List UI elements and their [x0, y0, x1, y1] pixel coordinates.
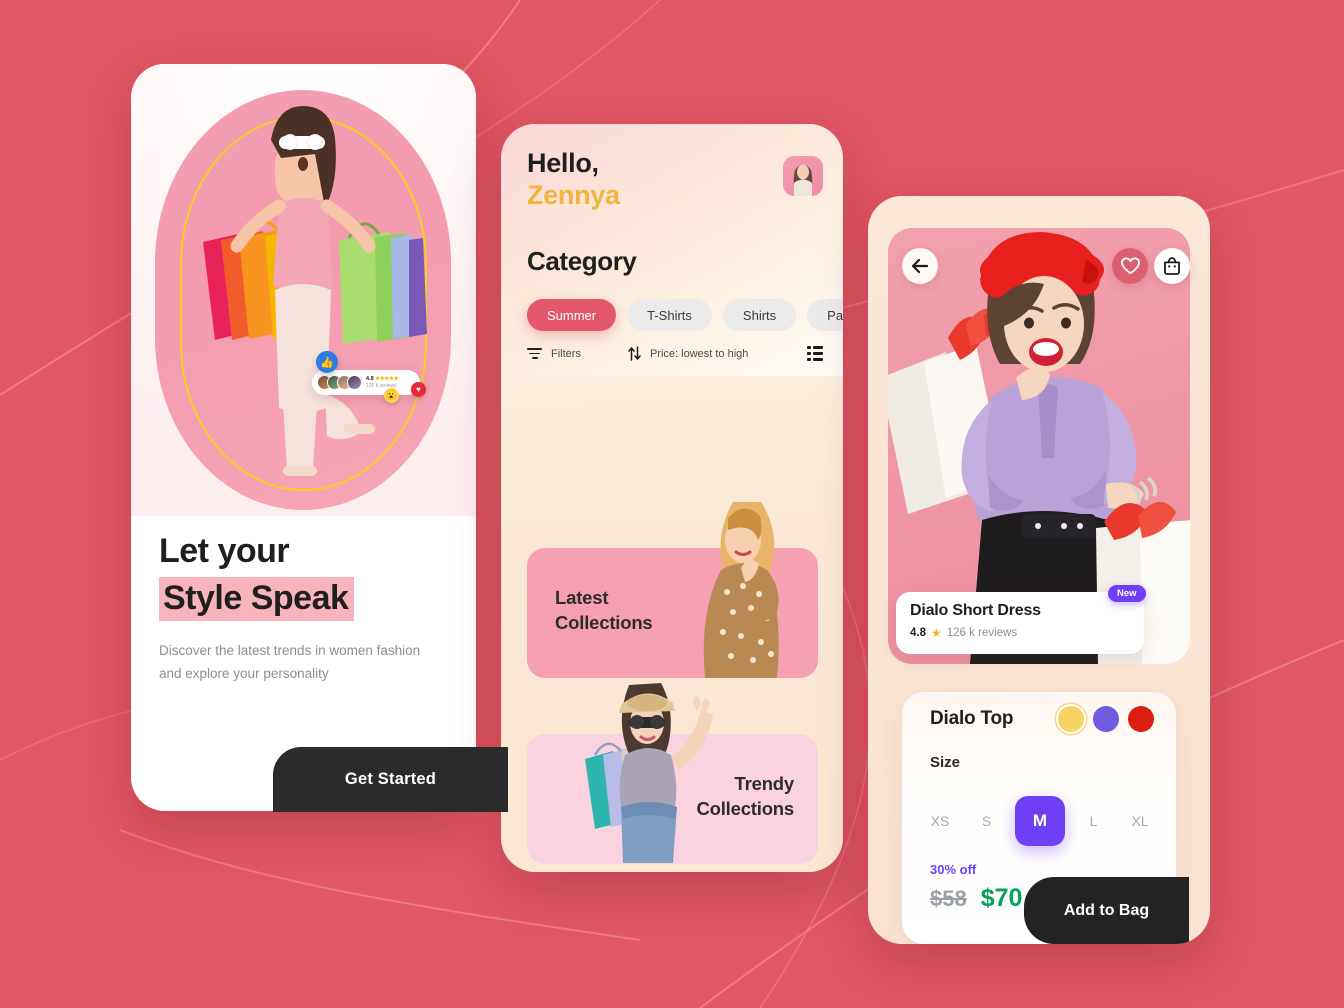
onboarding-subtext: Discover the latest trends in women fash…: [159, 643, 421, 682]
filter-toolbar: Filters Price: lowest to high: [527, 346, 823, 361]
grid-view-button[interactable]: [806, 346, 823, 361]
color-swatch-yellow[interactable]: [1058, 706, 1084, 732]
product-rating-row: 4.8 ★ 126 k reviews: [910, 626, 1130, 640]
shopping-bag-icon: [1164, 257, 1180, 275]
headline-line-1: Let your: [159, 532, 290, 570]
sort-label: Price: lowest to high: [649, 347, 749, 360]
size-option-xl[interactable]: XL: [1122, 803, 1158, 839]
product-review-count: 126 k reviews: [946, 627, 1018, 639]
heart-icon: [1120, 257, 1140, 275]
star-icon: ★: [931, 626, 942, 640]
size-option-s[interactable]: S: [969, 803, 1005, 839]
phone1-screen: 👍 😮 ♥ 4.8 ★★★★★ 126 k reviews Let your S…: [131, 64, 476, 811]
review-chip-text: 4.8 ★★★★★ 126 k reviews: [366, 375, 399, 389]
shopper-illustration: [202, 106, 427, 476]
category-chip-shirts[interactable]: Shirts: [722, 299, 797, 331]
review-summary-chip[interactable]: 4.8 ★★★★★ 126 k reviews: [312, 370, 420, 395]
phone-onboarding: 👍 😮 ♥ 4.8 ★★★★★ 126 k reviews Let your S…: [131, 64, 508, 812]
size-option-m[interactable]: M: [1015, 796, 1065, 846]
avatar: [347, 375, 362, 390]
heart-emoji-icon: ♥: [411, 382, 426, 397]
bag-button[interactable]: [1154, 248, 1190, 284]
avatar[interactable]: [783, 156, 823, 196]
category-chip-row[interactable]: Summer T-Shirts Shirts Pants: [527, 299, 843, 331]
reviewer-avatars: [317, 375, 362, 390]
color-swatch-red[interactable]: [1128, 706, 1154, 732]
hero-illustration: 👍 😮 ♥ 4.8 ★★★★★ 126 k reviews: [131, 64, 476, 516]
size-label: Size: [930, 754, 961, 771]
surprised-emoji-icon: 😮: [384, 388, 399, 403]
add-to-bag-button[interactable]: Add to Bag: [1024, 877, 1189, 944]
variant-title: Dialo Top: [930, 708, 1014, 729]
category-chip-pants[interactable]: Pants: [807, 299, 843, 331]
favorite-button[interactable]: [1112, 248, 1148, 284]
latest-collection-model: [703, 502, 779, 678]
get-started-button[interactable]: Get Started: [273, 747, 508, 812]
headline-line-2-highlighted: Style Speak: [159, 577, 355, 622]
review-chip-stars: ★★★★★: [375, 375, 399, 382]
price-original: $58: [930, 886, 967, 911]
card-trendy-title-line1: Trendy: [734, 773, 795, 794]
grid-list-icon: [806, 346, 823, 361]
filters-label: Filters: [551, 347, 581, 360]
card-latest-title-line2: Collections: [555, 611, 653, 633]
avatar-illustration: [793, 164, 813, 196]
user-name: Zennya: [527, 180, 620, 210]
size-option-l[interactable]: L: [1076, 803, 1112, 839]
onboarding-copy: Let your Style Speak Discover the latest…: [159, 531, 459, 686]
color-swatch-purple[interactable]: [1093, 706, 1119, 732]
new-badge: New: [1108, 585, 1146, 602]
sort-arrows-icon: [628, 346, 641, 361]
price-row: $58 $70: [930, 884, 1022, 913]
size-option-xs[interactable]: XS: [922, 803, 958, 839]
category-chip-summer[interactable]: Summer: [527, 299, 617, 331]
back-button[interactable]: [902, 248, 938, 284]
app-canvas: 👍 😮 ♥ 4.8 ★★★★★ 126 k reviews Let your S…: [0, 0, 1344, 1008]
card-latest-title-line1: Latest: [555, 587, 609, 608]
product-summary-card: Dialo Short Dress 4.8 ★ 126 k reviews: [896, 592, 1144, 654]
color-swatch-row[interactable]: [1058, 706, 1154, 732]
sort-button[interactable]: Price: lowest to high: [628, 346, 748, 361]
arrow-left-icon: [911, 258, 929, 274]
phone-product-detail: New Dialo Short Dress 4.8 ★ 126 k review…: [868, 196, 1210, 944]
card-trendy-collections[interactable]: Trendy Collections: [527, 683, 818, 864]
category-chip-tshirts[interactable]: T-Shirts: [627, 299, 712, 331]
phone-category-home: Hello, Zennya Category Summer T-Shirts S…: [501, 124, 843, 872]
filters-button[interactable]: Filters: [527, 348, 581, 360]
review-chip-rating: 4.8: [366, 375, 374, 382]
product-title: Dialo Short Dress: [910, 602, 1041, 619]
price-current: $70: [980, 884, 1023, 912]
product-rating-value: 4.8: [910, 627, 926, 639]
section-title-category: Category: [527, 246, 637, 276]
discount-label: 30% off: [930, 862, 977, 877]
trendy-collection-model: [585, 683, 713, 863]
greeting-text: Hello,: [527, 148, 599, 178]
card-latest-collections[interactable]: Latest Collections: [527, 502, 818, 678]
home-header: Hello, Zennya Category: [501, 124, 843, 376]
card-latest-title: Latest Collections: [555, 586, 653, 636]
thumbs-up-icon: 👍: [316, 351, 338, 373]
size-selector[interactable]: XS S M L XL: [922, 796, 1158, 846]
filter-icon: [527, 348, 542, 359]
